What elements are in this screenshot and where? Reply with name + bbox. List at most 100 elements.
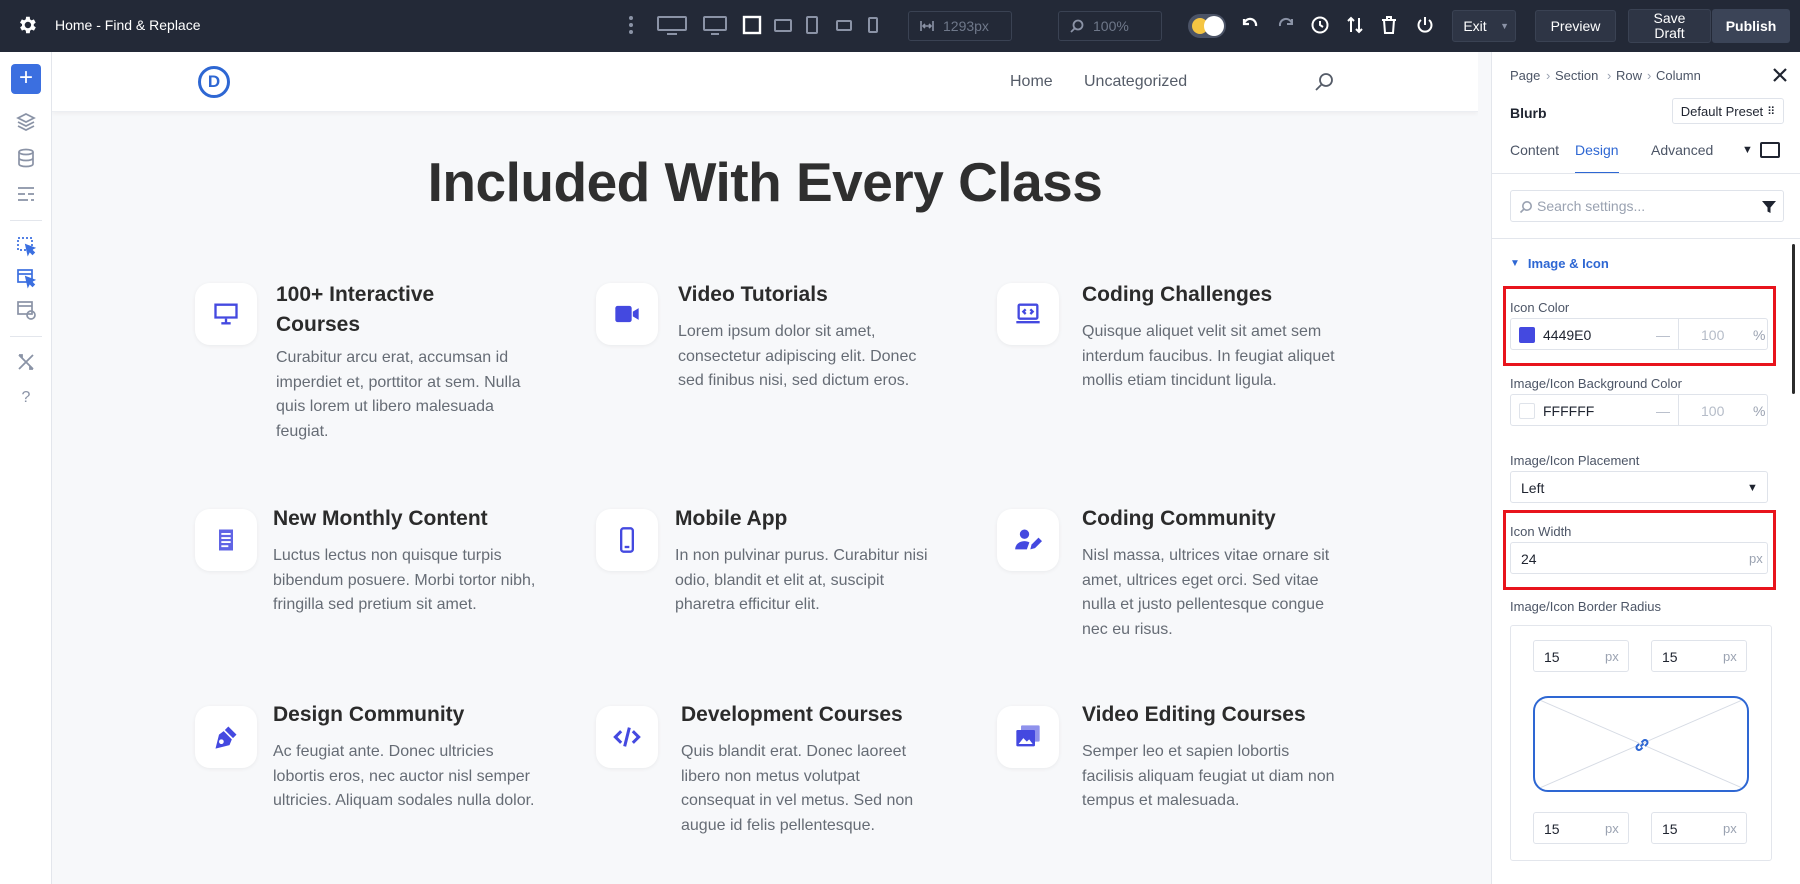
phone-icon[interactable] xyxy=(866,14,880,36)
exit-button[interactable]: Exit ▼ xyxy=(1452,10,1516,42)
more-icon[interactable] xyxy=(626,14,636,36)
help-icon[interactable]: ? xyxy=(15,387,37,409)
chevron-down-icon[interactable]: ▼ xyxy=(1742,144,1753,156)
breadcrumb-row[interactable]: Row xyxy=(1616,68,1642,83)
trash-icon[interactable] xyxy=(1380,14,1398,36)
toggle-knob xyxy=(1204,16,1224,36)
gear-icon[interactable] xyxy=(16,14,38,36)
px-unit: px xyxy=(1605,649,1619,664)
opacity-value[interactable]: 100 xyxy=(1701,327,1724,343)
icon-color-hex[interactable]: 4449E0 xyxy=(1543,327,1591,343)
icon-bg-color-field[interactable]: FFFFFF — 100 % xyxy=(1510,394,1768,426)
desktop-icon[interactable] xyxy=(702,14,728,36)
responsive-icon[interactable] xyxy=(15,299,37,321)
layers-icon[interactable] xyxy=(15,111,37,133)
tab-content[interactable]: Content xyxy=(1510,142,1559,172)
left-sidebar: + ? xyxy=(0,52,52,884)
exit-label: Exit xyxy=(1463,18,1487,34)
blurb-title: New Monthly Content xyxy=(273,507,488,530)
radius-bottom-right[interactable]: 15 px xyxy=(1651,812,1747,844)
tools-icon[interactable] xyxy=(15,351,37,373)
save-draft-button[interactable]: Save Draft xyxy=(1628,9,1711,43)
desktop-icon[interactable] xyxy=(195,283,257,345)
percent-unit: % xyxy=(1753,403,1766,419)
blurb-text: Ac feugiat ante. Donec ultricies loborti… xyxy=(273,743,535,809)
panel-scrollbar[interactable] xyxy=(1792,244,1795,394)
tabs-divider xyxy=(1492,173,1800,174)
filter-icon[interactable] xyxy=(1761,199,1777,215)
preset-selector[interactable]: Default Preset ⠿ xyxy=(1672,98,1784,124)
save-draft-label: Save Draft xyxy=(1653,10,1686,41)
undo-icon[interactable] xyxy=(1240,14,1260,36)
select-element-icon[interactable] xyxy=(15,235,37,257)
radius-top-right[interactable]: 15 px xyxy=(1651,640,1747,672)
icon-color-field[interactable]: 4449E0 — 100 % xyxy=(1510,318,1768,350)
database-icon[interactable] xyxy=(15,147,37,169)
placement-select[interactable]: Left ▼ xyxy=(1510,471,1768,503)
settings-search-input[interactable] xyxy=(1537,198,1737,214)
width-value: 1293px xyxy=(943,18,989,34)
breadcrumb-section[interactable]: Section xyxy=(1555,68,1598,83)
icon-width-value[interactable]: 24 xyxy=(1521,551,1537,567)
chevron-down-icon[interactable]: ▼ xyxy=(1500,21,1509,31)
icon-bg-color-hex[interactable]: FFFFFF xyxy=(1543,403,1594,419)
theme-toggle[interactable] xyxy=(1188,14,1226,38)
radius-value[interactable]: 15 xyxy=(1544,649,1560,665)
radius-value[interactable]: 15 xyxy=(1662,821,1678,837)
breadcrumb-column[interactable]: Column xyxy=(1656,68,1701,83)
redo-icon[interactable] xyxy=(1276,14,1296,36)
breadcrumb-page[interactable]: Page xyxy=(1510,68,1540,83)
laptop-icon[interactable] xyxy=(741,14,763,36)
view-mode-icon[interactable] xyxy=(1760,142,1780,158)
radius-top-left[interactable]: 15 px xyxy=(1533,640,1629,672)
breadcrumb-separator: › xyxy=(1607,68,1612,83)
tablet-landscape-icon[interactable] xyxy=(773,14,793,36)
photo-video-icon[interactable] xyxy=(997,706,1059,768)
color-swatch[interactable] xyxy=(1519,403,1535,419)
settings-search[interactable] xyxy=(1510,190,1784,222)
link-icon[interactable] xyxy=(1633,736,1651,754)
zoom-field[interactable]: 100% xyxy=(1058,11,1162,41)
search-icon xyxy=(1519,200,1533,214)
width-field[interactable]: 1293px xyxy=(908,11,1012,41)
sort-icon[interactable] xyxy=(1346,14,1364,36)
video-camera-icon[interactable] xyxy=(596,283,658,345)
icon-width-field[interactable]: 24 px xyxy=(1510,542,1768,574)
page-title: Home - Find & Replace xyxy=(55,17,201,33)
section-title: Included With Every Class xyxy=(427,151,1103,213)
tab-design[interactable]: Design xyxy=(1575,142,1619,174)
group-image-icon[interactable]: ▼ Image & Icon xyxy=(1510,256,1609,271)
desktop-large-icon[interactable] xyxy=(656,14,688,36)
mobile-phone-icon[interactable] xyxy=(596,509,658,571)
nav-link-home[interactable]: Home xyxy=(1010,73,1053,91)
select-multiple-icon[interactable] xyxy=(15,267,37,289)
preset-options-icon: ⠿ xyxy=(1767,105,1776,118)
tablet-icon[interactable] xyxy=(804,14,820,36)
nav-link-uncategorized[interactable]: Uncategorized xyxy=(1084,73,1187,91)
code-icon[interactable] xyxy=(596,706,658,768)
breadcrumb-separator: › xyxy=(1647,68,1652,83)
add-button[interactable]: + xyxy=(11,64,41,94)
search-icon[interactable] xyxy=(1314,72,1334,92)
user-edit-icon[interactable] xyxy=(997,509,1059,571)
power-icon[interactable] xyxy=(1416,14,1434,36)
tab-advanced[interactable]: Advanced xyxy=(1651,142,1713,172)
radius-value[interactable]: 15 xyxy=(1662,649,1678,665)
laptop-code-icon[interactable] xyxy=(997,283,1059,345)
color-swatch[interactable] xyxy=(1519,327,1535,343)
blurb-title: Mobile App xyxy=(675,507,788,530)
history-icon[interactable] xyxy=(1310,14,1330,36)
document-icon[interactable] xyxy=(195,509,257,571)
layout-icon[interactable] xyxy=(15,183,37,205)
radius-bottom-left[interactable]: 15 px xyxy=(1533,812,1629,844)
preview-button[interactable]: Preview xyxy=(1535,10,1616,42)
close-icon[interactable] xyxy=(1771,66,1789,84)
publish-button[interactable]: Publish xyxy=(1712,9,1790,43)
site-logo[interactable]: D xyxy=(198,66,230,98)
field-divider xyxy=(1678,319,1679,349)
preset-label: Default Preset xyxy=(1680,103,1764,119)
phone-landscape-icon[interactable] xyxy=(834,14,854,36)
pen-nib-icon[interactable] xyxy=(195,706,257,768)
opacity-value[interactable]: 100 xyxy=(1701,403,1724,419)
radius-value[interactable]: 15 xyxy=(1544,821,1560,837)
